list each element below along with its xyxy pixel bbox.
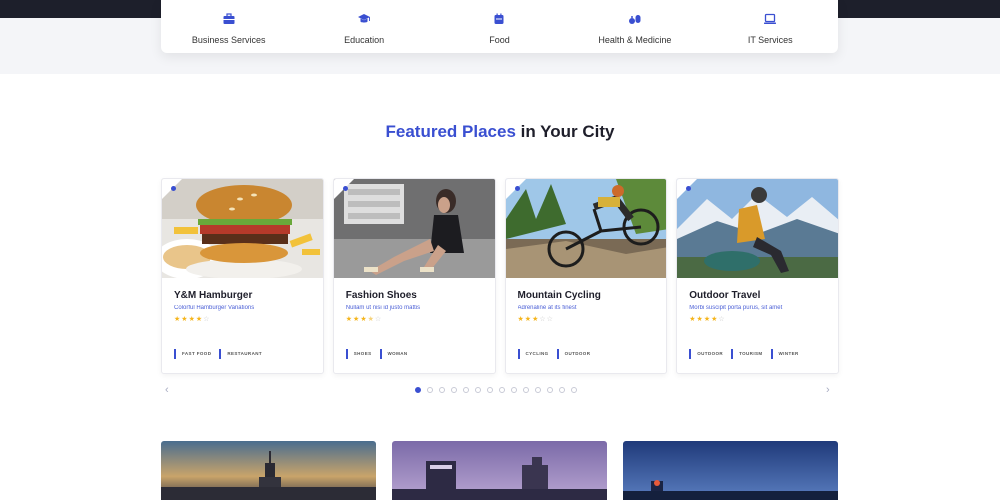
- carousel-dot[interactable]: [535, 387, 541, 393]
- tag[interactable]: SHOES: [345, 349, 372, 359]
- category-label: Health & Medicine: [598, 35, 672, 45]
- carousel-dot[interactable]: [427, 387, 433, 393]
- star-empty-icon: ☆: [539, 316, 546, 323]
- tag[interactable]: OUTDOOR: [556, 349, 591, 359]
- carousel-dot[interactable]: [559, 387, 565, 393]
- place-card[interactable]: Fashion Shoes Nullam ut nisi id justo ma…: [332, 178, 496, 374]
- carousel-pagination: [415, 387, 577, 393]
- category-label: Education: [344, 35, 385, 45]
- featured-marker: [514, 186, 520, 191]
- star-icon: ★: [360, 316, 367, 323]
- section-title-rest: in Your City: [515, 122, 615, 141]
- tag[interactable]: WINTER: [770, 349, 799, 359]
- star-icon: ★: [689, 316, 696, 323]
- city-card-night[interactable]: [623, 441, 838, 500]
- star-icon: ★: [195, 316, 203, 323]
- category-it-services[interactable]: IT Services: [705, 8, 835, 45]
- carousel-dot[interactable]: [439, 387, 445, 393]
- rating-stars: ★ ★ ★ ★ ☆: [174, 316, 311, 323]
- carousel-dot[interactable]: [451, 387, 457, 393]
- star-empty-icon: ☆: [203, 316, 210, 323]
- star-icon: ★: [711, 316, 718, 323]
- carousel-dot[interactable]: [571, 387, 577, 393]
- carousel-dot[interactable]: [487, 387, 493, 393]
- tag[interactable]: FAST FOOD: [174, 349, 211, 359]
- category-label: Food: [489, 35, 510, 45]
- rating-stars: ★ ★ ★ ☆ ☆: [518, 316, 655, 323]
- carousel-dot[interactable]: [499, 387, 505, 393]
- featured-marker: [342, 186, 348, 191]
- mountain-photo: [677, 179, 839, 278]
- medicine-icon: [628, 15, 641, 24]
- place-card[interactable]: Mountain Cycling Adrenaline at its fines…: [504, 178, 668, 374]
- rating-stars: ★ ★ ★ ★ ☆: [689, 316, 826, 323]
- carousel-dot[interactable]: [415, 387, 421, 393]
- tag[interactable]: CYCLING: [517, 349, 549, 359]
- burger-photo: [161, 179, 323, 279]
- cycling-photo: [505, 179, 667, 278]
- tag[interactable]: OUTDOOR: [689, 349, 723, 359]
- featured-marker: [171, 186, 176, 191]
- tag[interactable]: WOMAN: [379, 349, 408, 359]
- card-title[interactable]: Mountain Cycling: [518, 290, 655, 301]
- star-icon: ★: [353, 316, 360, 323]
- star-icon: ★: [703, 316, 711, 323]
- star-empty-icon: ☆: [374, 316, 382, 323]
- card-subtitle: Colorful Hamburger Variations: [174, 305, 255, 311]
- city-card-skyline[interactable]: [392, 441, 607, 500]
- place-card[interactable]: Y&M Hamburger Colorful Hamburger Variati…: [161, 178, 324, 374]
- place-card[interactable]: Outdoor Travel Morbi suscipit porta puru…: [676, 178, 839, 374]
- category-business-services[interactable]: Business Services: [164, 8, 294, 45]
- category-label: IT Services: [747, 35, 793, 45]
- tag[interactable]: RESTAURANT: [219, 349, 262, 359]
- category-education[interactable]: Education: [299, 8, 429, 45]
- star-icon: ★: [345, 316, 353, 323]
- category-bar: Business Services Education Food Health …: [161, 0, 838, 53]
- section-title: Featured Places in Your City: [0, 122, 1000, 142]
- card-title[interactable]: Y&M Hamburger: [174, 290, 311, 301]
- section-title-accent: Featured Places: [385, 122, 516, 141]
- star-empty-icon: ☆: [546, 316, 553, 323]
- card-subtitle: Morbi suscipit porta purus, sit amet: [689, 305, 783, 311]
- star-empty-icon: ☆: [718, 316, 725, 323]
- food-icon: [494, 13, 504, 24]
- card-tags: SHOES WOMAN: [345, 349, 408, 359]
- category-food[interactable]: Food: [434, 8, 564, 45]
- rating-stars: ★ ★ ★ ★ ☆: [346, 316, 483, 323]
- carousel-dot[interactable]: [523, 387, 529, 393]
- star-icon: ★: [174, 316, 181, 323]
- card-tags: OUTDOOR TOURISM WINTER: [689, 349, 798, 359]
- category-label: Business Services: [191, 35, 266, 45]
- star-icon: ★: [188, 316, 195, 323]
- city-card-new-york[interactable]: [161, 441, 376, 500]
- card-subtitle: Adrenaline at its finest: [517, 305, 577, 311]
- card-title[interactable]: Outdoor Travel: [689, 290, 826, 301]
- tag[interactable]: TOURISM: [731, 349, 762, 359]
- star-icon: ★: [181, 316, 188, 323]
- carousel-dot[interactable]: [511, 387, 517, 393]
- star-icon: ★: [517, 316, 524, 323]
- star-icon: ★: [524, 316, 532, 323]
- featured-cards: Y&M Hamburger Colorful Hamburger Variati…: [161, 178, 839, 374]
- laptop-icon: [764, 13, 777, 24]
- graduation-cap-icon: [358, 14, 371, 23]
- card-subtitle: Nullam ut nisi id justo mattis: [345, 305, 421, 311]
- fashion-photo: [333, 179, 495, 278]
- carousel-dot[interactable]: [547, 387, 553, 393]
- star-half-icon: ★: [367, 316, 374, 323]
- carousel-next-arrow-icon[interactable]: ›: [826, 384, 830, 396]
- card-tags: FAST FOOD RESTAURANT: [174, 349, 262, 359]
- carousel-prev-arrow-icon[interactable]: ‹: [165, 384, 169, 396]
- carousel-dot[interactable]: [475, 387, 481, 393]
- card-title[interactable]: Fashion Shoes: [346, 290, 483, 301]
- carousel-dot[interactable]: [463, 387, 469, 393]
- briefcase-icon: [223, 13, 235, 24]
- category-health-medicine[interactable]: Health & Medicine: [570, 8, 700, 45]
- star-icon: ★: [532, 316, 539, 323]
- star-icon: ★: [696, 316, 703, 323]
- city-cards: [161, 441, 839, 500]
- card-tags: CYCLING OUTDOOR: [517, 349, 591, 359]
